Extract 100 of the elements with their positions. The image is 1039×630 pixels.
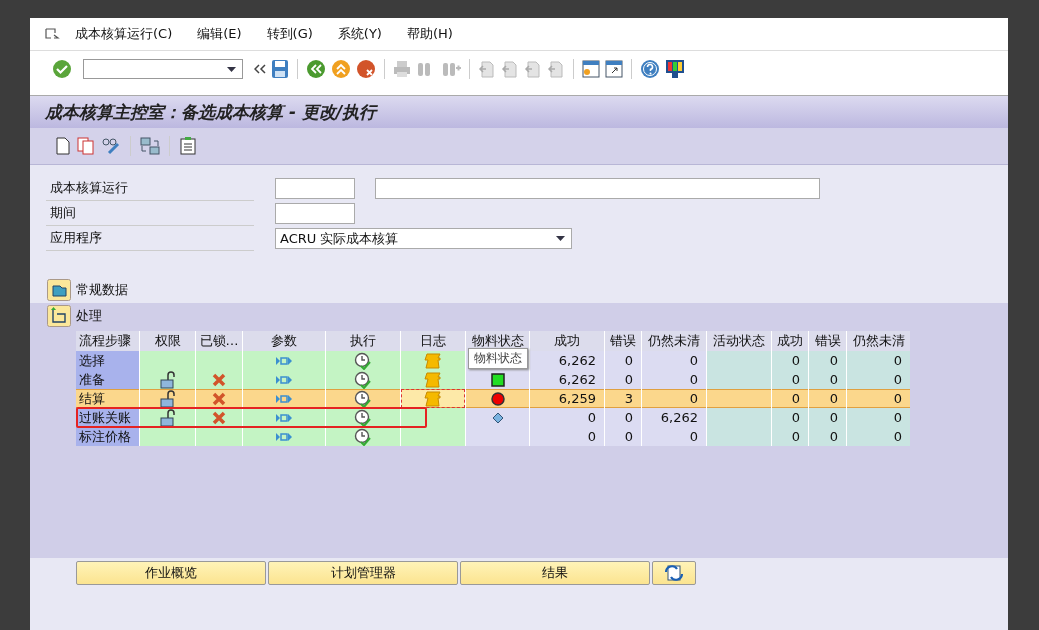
- input-field[interactable]: [275, 203, 355, 224]
- parameters-icon[interactable]: [275, 431, 293, 442]
- table-cell: 0: [809, 408, 846, 427]
- screen-title: 成本核算主控室：备选成本核算 - 更改/执行: [45, 100, 377, 124]
- table-cell: 3: [605, 389, 641, 408]
- unlock-icon[interactable]: [159, 370, 176, 389]
- column-header[interactable]: 权限: [140, 331, 195, 351]
- section-label[interactable]: 常规数据: [76, 281, 128, 299]
- table-cell: 6,262: [530, 370, 604, 389]
- table-cell: 0: [847, 389, 910, 408]
- unlock-icon[interactable]: [159, 389, 176, 408]
- expand-icon[interactable]: [47, 279, 71, 301]
- table-cell: 0: [642, 370, 706, 389]
- table-cell: 0: [642, 351, 706, 370]
- column-header[interactable]: 活动状态: [707, 331, 771, 351]
- clock-check-icon[interactable]: [354, 408, 372, 427]
- help-icon[interactable]: [640, 59, 660, 79]
- table-cell: 0: [605, 351, 641, 370]
- column-header[interactable]: 错误: [809, 331, 846, 351]
- column-header[interactable]: 错误: [605, 331, 641, 351]
- action-button[interactable]: 结果: [460, 561, 650, 585]
- cancel-icon[interactable]: [356, 59, 376, 79]
- chevron-icon[interactable]: [254, 64, 266, 74]
- exit-icon[interactable]: [331, 59, 351, 79]
- column-header[interactable]: 仍然未清: [847, 331, 910, 351]
- menu-item[interactable]: 转到(G): [266, 25, 313, 43]
- step-cell[interactable]: 准备: [76, 370, 139, 389]
- table-cell: 0: [847, 351, 910, 370]
- command-field[interactable]: [83, 59, 243, 79]
- column-header[interactable]: 流程步骤: [76, 331, 139, 351]
- action-button[interactable]: 作业概览: [76, 561, 266, 585]
- table-cell: 0: [809, 389, 846, 408]
- monitor-icon[interactable]: [665, 59, 685, 79]
- cross-icon: [212, 391, 226, 406]
- parameters-icon[interactable]: [275, 393, 293, 404]
- section-label[interactable]: 处理: [76, 307, 102, 325]
- table-cell: 0: [530, 427, 604, 446]
- clock-check-icon[interactable]: [354, 370, 372, 389]
- field-label: 期间: [46, 201, 254, 226]
- input-field[interactable]: [275, 178, 355, 199]
- scroll-icon[interactable]: [424, 352, 442, 369]
- table-cell: 0: [847, 427, 910, 446]
- column-header[interactable]: 执行: [326, 331, 400, 351]
- parameters-icon[interactable]: [275, 412, 293, 423]
- scroll-icon[interactable]: [424, 371, 442, 388]
- menu-item[interactable]: 系统(Y): [337, 25, 382, 43]
- window-icon[interactable]: [582, 60, 600, 78]
- column-header[interactable]: 仍然未清: [642, 331, 706, 351]
- step-cell[interactable]: 结算: [76, 389, 139, 408]
- page-arrow-icon[interactable]: [524, 60, 542, 78]
- page-arrow-icon[interactable]: [547, 60, 565, 78]
- parameters-icon[interactable]: [275, 355, 293, 366]
- clock-check-icon[interactable]: [354, 389, 372, 408]
- table-cell: 0: [772, 408, 808, 427]
- copy-icon[interactable]: [77, 137, 95, 155]
- parameters-icon[interactable]: [275, 374, 293, 385]
- column-header[interactable]: 成功: [530, 331, 604, 351]
- scroll-icon[interactable]: [424, 390, 442, 407]
- table-cell: 0: [772, 370, 808, 389]
- table-cell: 0: [772, 389, 808, 408]
- step-cell[interactable]: 选择: [76, 351, 139, 370]
- column-header[interactable]: 参数: [243, 331, 325, 351]
- window-icon[interactable]: [605, 60, 623, 78]
- page-arrow-icon[interactable]: [478, 60, 496, 78]
- collapse-icon[interactable]: [47, 305, 71, 327]
- table-cell: 0: [809, 427, 846, 446]
- page-arrow-icon[interactable]: [501, 60, 519, 78]
- menu-icon[interactable]: [45, 28, 61, 40]
- refresh-button[interactable]: [652, 561, 696, 585]
- action-button[interactable]: 计划管理器: [268, 561, 458, 585]
- menu-item[interactable]: 成本核算运行(C): [75, 25, 173, 43]
- clock-check-icon[interactable]: [354, 351, 372, 370]
- dropdown-field[interactable]: ACRU 实际成本核算: [275, 228, 572, 249]
- dropdown-arrow-icon[interactable]: [227, 66, 236, 72]
- printer-icon[interactable]: [393, 60, 411, 78]
- back-icon[interactable]: [306, 59, 326, 79]
- unlock-icon[interactable]: [159, 408, 176, 427]
- binoculars-plus-icon[interactable]: [441, 60, 461, 78]
- step-cell[interactable]: 标注价格: [76, 427, 139, 446]
- cross-icon: [212, 410, 226, 425]
- table-cell: [707, 389, 771, 408]
- transfer-icon[interactable]: [140, 137, 160, 155]
- table-cell: 0: [772, 351, 808, 370]
- refresh-icon: [665, 565, 683, 581]
- new-document-icon[interactable]: [55, 137, 71, 155]
- save-icon[interactable]: [271, 59, 289, 79]
- column-header[interactable]: 成功: [772, 331, 808, 351]
- glasses-pencil-icon[interactable]: [101, 137, 121, 155]
- table-cell: 6,262: [530, 351, 604, 370]
- check-icon[interactable]: [52, 59, 72, 79]
- clock-check-icon[interactable]: [354, 427, 372, 446]
- table-cell: 0: [605, 370, 641, 389]
- input-field[interactable]: [375, 178, 820, 199]
- menu-item[interactable]: 帮助(H): [406, 25, 453, 43]
- dropdown-arrow-icon[interactable]: [556, 236, 565, 241]
- column-header[interactable]: 日志: [401, 331, 465, 351]
- menu-item[interactable]: 编辑(E): [197, 25, 242, 43]
- column-header[interactable]: 已锁…: [196, 331, 242, 351]
- list-icon[interactable]: [179, 137, 197, 155]
- column-header[interactable]: 物料状态: [466, 331, 529, 351]
